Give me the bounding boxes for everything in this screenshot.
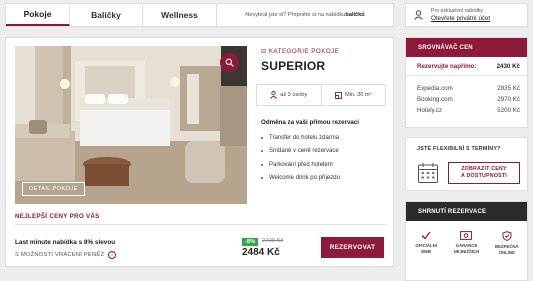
refund-note: S MOŽNOSTÍ VRÁCENÍ PENĚZ i bbox=[15, 251, 117, 259]
competitor-row: Hotely.cz 5200 Kč bbox=[406, 105, 527, 116]
bed-icon: ⊟ bbox=[261, 48, 267, 55]
competitor-row: Expedia.com 2835 Kč bbox=[406, 83, 527, 94]
competitor-name: Booking.com bbox=[417, 96, 453, 103]
room-photo-image bbox=[15, 46, 247, 204]
shield-icon bbox=[502, 231, 512, 241]
area-icon bbox=[335, 91, 342, 99]
room-category-label: ⊟ KATEGORIE POKOJE bbox=[261, 48, 339, 55]
direct-price-label: Rezervujte napřímo: bbox=[417, 62, 477, 70]
private-offers-text: Pro exkluzivní nabídky bbox=[431, 8, 483, 14]
competitor-price: 2970 Kč bbox=[497, 96, 520, 103]
price-comparison-title: SROVNÁVAČ CEN bbox=[406, 38, 527, 57]
room-detail-button[interactable]: DETAIL POKOJE bbox=[22, 182, 85, 196]
official-web-badge: OFICIÁLNÍ WEB bbox=[406, 231, 446, 255]
competitor-name: Hotely.cz bbox=[417, 107, 442, 114]
competitor-price: 2835 Kč bbox=[497, 85, 520, 92]
money-icon bbox=[460, 231, 473, 240]
benefits-list: Transfer do hotelu zdarma Snídaně v ceně… bbox=[261, 131, 391, 185]
checkmark-icon bbox=[421, 231, 431, 240]
show-prices-line2: A DOSTUPNOSTI bbox=[461, 173, 507, 179]
direct-price-value: 2430 Kč bbox=[496, 62, 520, 70]
size-value: Min. 30 m² bbox=[345, 92, 372, 98]
benefit-item: Welcome drink po příjezdu bbox=[261, 172, 391, 186]
badge-line: WEB bbox=[421, 248, 432, 254]
discount-badge: -8% bbox=[242, 238, 259, 246]
calendar-icon bbox=[418, 163, 438, 183]
packages-link[interactable]: balíčků bbox=[345, 12, 364, 18]
search-icon[interactable] bbox=[220, 53, 239, 72]
current-price: 2484 Kč bbox=[242, 247, 280, 258]
room-card: DETAIL POKOJE ⊟ KATEGORIE POKOJE SUPERIO… bbox=[5, 37, 394, 267]
tab-wellness[interactable]: Wellness bbox=[143, 4, 217, 26]
benefit-item: Transfer do hotelu zdarma bbox=[261, 131, 391, 145]
user-icon bbox=[414, 10, 423, 20]
flexible-dates-box: JSTE FLEXIBILNÍ S TERMÍNY? ZOBRAZIT CENY… bbox=[405, 137, 528, 191]
flexible-question: JSTE FLEXIBILNÍ S TERMÍNY? bbox=[417, 146, 501, 152]
packages-note-text: Nevybral jste si? Přepněte si na nabídku bbox=[245, 12, 346, 18]
benefits-heading: Odměna za vaši přímou rezervaci bbox=[261, 119, 360, 126]
tab-balicky[interactable]: Balíčky bbox=[70, 4, 143, 26]
booking-summary: SHRNUTÍ REZERVACE OFICIÁLNÍ WEB GARANCE … bbox=[405, 201, 528, 281]
occupancy-value: až 3 osoby bbox=[280, 92, 308, 98]
competitor-row: Booking.com 2970 Kč bbox=[406, 94, 527, 105]
tab-pokoje[interactable]: Pokoje bbox=[6, 4, 70, 26]
badge-line: NEJNIŽŠÍCH bbox=[453, 248, 480, 254]
show-prices-line1: ZOBRAZIT CENY bbox=[461, 166, 507, 172]
price-comparison: SROVNÁVAČ CEN Rezervujte napřímo: 2430 K… bbox=[405, 37, 528, 128]
offer-title: Last minute nabídka s 8% slevou bbox=[15, 239, 116, 246]
divider bbox=[15, 224, 387, 225]
room-type-tabs: Pokoje Balíčky Wellness Nevybral jste si… bbox=[5, 3, 394, 27]
room-specs: až 3 osoby Min. 30 m² bbox=[256, 84, 386, 106]
packages-note: Nevybral jste si? Přepněte si na nabídku… bbox=[217, 4, 393, 26]
benefit-item: Parkování před hotelem bbox=[261, 158, 391, 172]
booking-summary-title: SHRNUTÍ REZERVACE bbox=[406, 202, 527, 221]
book-button[interactable]: REZERVOVAT bbox=[321, 237, 384, 258]
secure-online-badge: BEZPEČNÁ ONLINE bbox=[487, 231, 527, 255]
refund-text: S MOŽNOSTÍ VRÁCENÍ PENĚZ bbox=[15, 252, 105, 258]
show-prices-button[interactable]: ZOBRAZIT CENY A DOSTUPNOSTI bbox=[448, 162, 520, 184]
competitor-price: 5200 Kč bbox=[497, 107, 520, 114]
info-icon[interactable]: i bbox=[108, 251, 117, 259]
room-photo[interactable]: DETAIL POKOJE bbox=[15, 46, 247, 204]
size-spec: Min. 30 m² bbox=[320, 85, 386, 105]
best-price-label: NEJLEPŠÍ CENY PRO VÁS bbox=[15, 213, 100, 220]
lowest-price-badge: GARANCE NEJNIŽŠÍCH bbox=[446, 231, 486, 255]
benefit-item: Snídaně v ceně rezervace bbox=[261, 145, 391, 159]
person-icon bbox=[270, 91, 277, 99]
summary-badges: OFICIÁLNÍ WEB GARANCE NEJNIŽŠÍCH BEZPEČN… bbox=[406, 221, 527, 255]
private-account-box[interactable]: Pro exkluzivní nabídky Otevřete privátní… bbox=[405, 3, 528, 27]
open-private-account-link[interactable]: Otevřete privátní účet bbox=[431, 15, 490, 22]
occupancy-spec: až 3 osoby bbox=[257, 85, 321, 105]
original-price: 2700 Kč bbox=[262, 238, 284, 244]
badge-line: ONLINE bbox=[498, 249, 515, 255]
room-title: SUPERIOR bbox=[261, 59, 326, 73]
room-category-text: KATEGORIE POKOJE bbox=[268, 48, 340, 55]
competitor-name: Expedia.com bbox=[417, 85, 453, 92]
direct-price-row: Rezervujte napřímo: 2430 Kč bbox=[406, 57, 527, 76]
